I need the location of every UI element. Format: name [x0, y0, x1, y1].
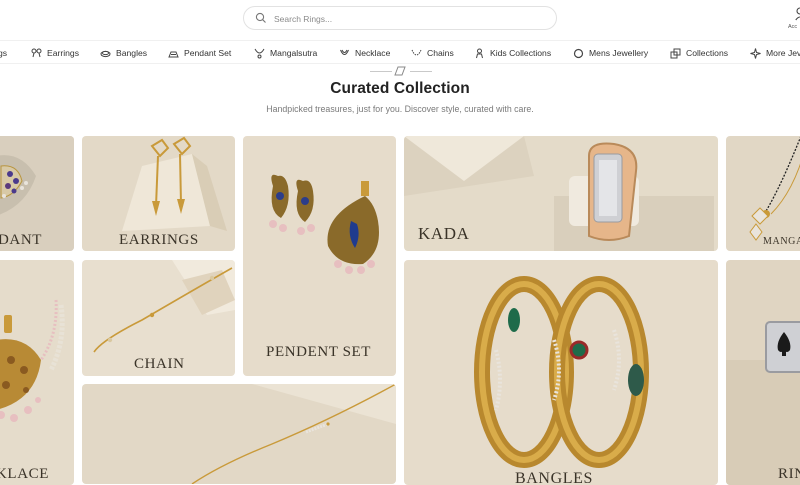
nav-item-label: Bangles — [116, 48, 148, 58]
category-nav: gs Earrings Bangles Pendant Set Mangalsu… — [0, 40, 800, 64]
pendant-set-icon — [168, 51, 179, 57]
earring-icon — [31, 48, 42, 57]
section-subtitle: Handpicked treasures, just for you. Disc… — [266, 104, 534, 114]
account-button[interactable]: Acc — [785, 4, 800, 32]
bangle-icon — [100, 50, 111, 57]
search-icon — [255, 12, 266, 23]
nav-item-label: gs — [0, 48, 8, 58]
tile-caption: EARRINGS — [119, 232, 199, 248]
title-divider-right — [410, 71, 432, 72]
nav-item-rings[interactable]: gs — [0, 46, 7, 60]
nav-item-necklace[interactable]: Necklace — [339, 46, 390, 60]
tile-caption: DANT — [0, 232, 43, 248]
tile-earrings[interactable]: EARRINGS — [82, 136, 235, 251]
bangles-image — [404, 260, 718, 485]
nav-item-label: More Jev — [766, 48, 800, 58]
nav-item-label: Pendant Set — [184, 48, 232, 58]
tile-caption: CHAIN — [134, 356, 185, 372]
tile-caption: KLACE — [0, 466, 49, 482]
nav-item-label: Kids Collections — [490, 48, 552, 58]
nav-item-chains[interactable]: Chains — [411, 46, 454, 60]
nav-item-label: Chains — [427, 48, 454, 58]
nav-item-earrings[interactable]: Earrings — [31, 46, 79, 60]
tile-pendant[interactable]: DANT — [0, 136, 74, 251]
tile-kada[interactable]: KADA — [404, 136, 718, 251]
diamond-ornament-icon — [394, 66, 406, 76]
nav-item-label: Necklace — [355, 48, 391, 58]
section-title: Curated Collection — [330, 80, 470, 97]
ring-icon — [573, 48, 584, 58]
tile-caption: KADA — [418, 224, 470, 243]
tile-bangles[interactable]: BANGLES — [404, 260, 718, 485]
nav-item-mens-jewellery[interactable]: Mens Jewellery — [573, 46, 648, 60]
site-header: Acc — [0, 0, 800, 38]
search-bar[interactable] — [243, 6, 557, 30]
tile-pendent-set[interactable]: PENDENT SET — [243, 136, 396, 376]
tile-mangalsutra[interactable]: MANGA — [726, 136, 800, 251]
nav-item-label: Mangalsutra — [270, 48, 318, 58]
kids-icon — [476, 48, 483, 58]
nav-item-label: Mens Jewellery — [589, 48, 649, 58]
tile-bracelet[interactable] — [82, 384, 396, 484]
tile-necklace[interactable]: KLACE — [0, 260, 74, 485]
nav-item-mangalsutra[interactable]: Mangalsutra — [254, 46, 317, 60]
tile-ring[interactable]: RIN — [726, 260, 800, 485]
sparkle-icon — [750, 47, 761, 59]
tile-caption: RIN — [778, 466, 800, 482]
account-label: Acc — [788, 24, 798, 30]
pendent-set-image — [243, 136, 396, 376]
necklace-icon — [340, 49, 349, 55]
tile-caption: MANGA — [763, 236, 800, 247]
mangalsutra-image — [726, 136, 800, 251]
mangalsutra-icon — [254, 48, 265, 58]
tile-caption: PENDENT SET — [266, 344, 372, 360]
user-icon — [795, 7, 800, 21]
nav-item-bangles[interactable]: Bangles — [100, 46, 147, 60]
nav-item-label: Earrings — [47, 48, 79, 58]
ring-image — [726, 260, 800, 485]
tile-caption: BANGLES — [515, 470, 593, 485]
necklace-image — [0, 260, 74, 485]
nav-item-pendant-set[interactable]: Pendant Set — [168, 46, 231, 60]
tile-chain[interactable]: CHAIN — [82, 260, 235, 376]
nav-item-more-jewellery[interactable]: More Jev — [750, 46, 800, 60]
nav-item-label: Collections — [686, 48, 729, 58]
chain-icon — [411, 49, 422, 55]
search-input[interactable] — [272, 10, 546, 28]
nav-item-kids-collections[interactable]: Kids Collections — [474, 46, 551, 60]
nav-item-collections[interactable]: Collections — [670, 46, 728, 60]
bracelet-image — [82, 384, 396, 484]
collections-icon — [670, 48, 681, 58]
title-divider-left — [370, 71, 392, 72]
